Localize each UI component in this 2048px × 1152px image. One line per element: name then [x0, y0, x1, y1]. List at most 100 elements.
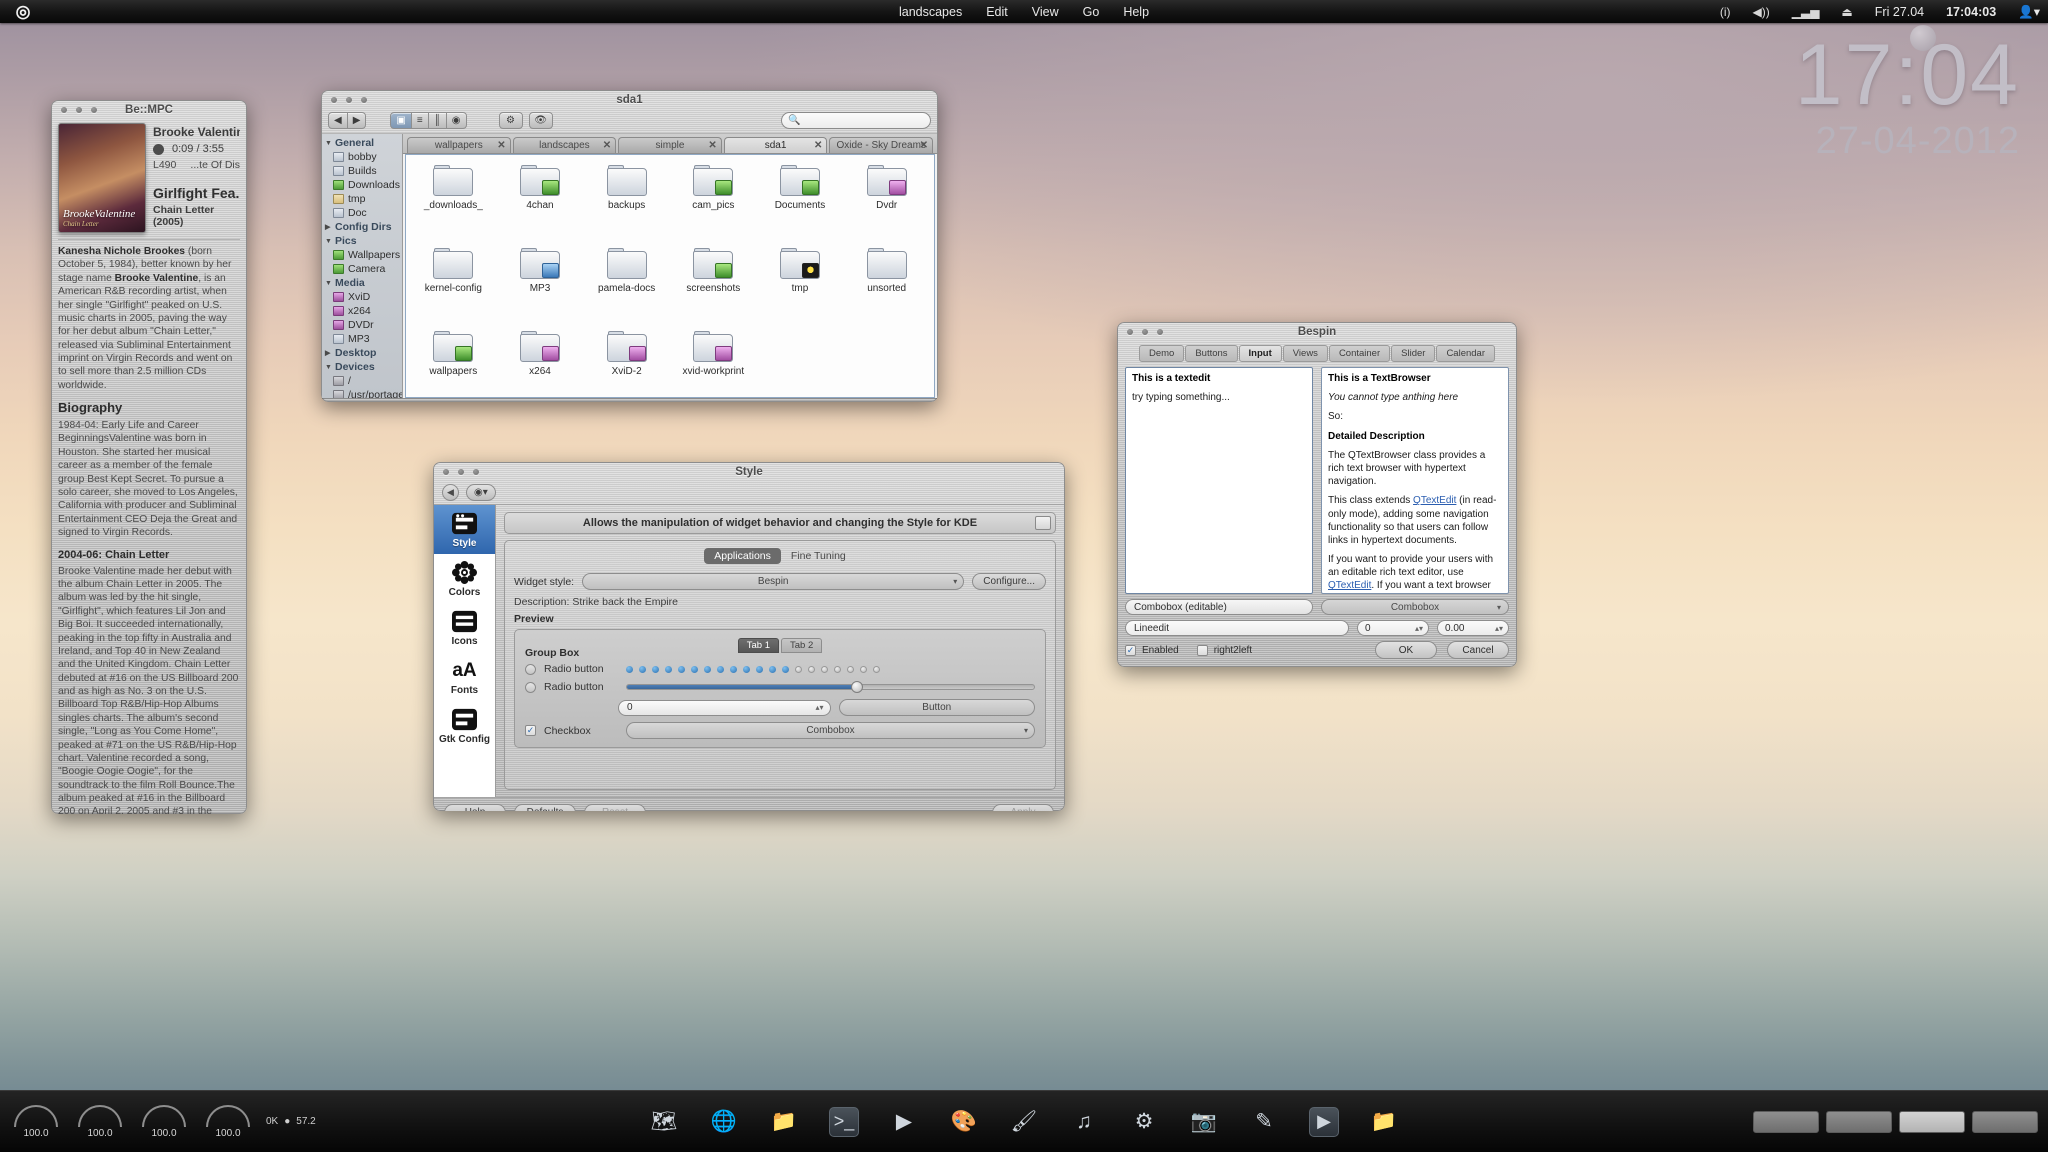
files-icon[interactable]: 📁: [769, 1107, 799, 1137]
sidebar-item-builds[interactable]: Builds: [322, 164, 402, 178]
right2left-checkbox[interactable]: [1196, 644, 1208, 656]
back-button[interactable]: ◀: [328, 112, 348, 129]
maximize-button[interactable]: [361, 96, 367, 103]
file-item[interactable]: pamela-docs: [583, 248, 670, 331]
menu-item-app[interactable]: landscapes: [899, 5, 962, 19]
photo-icon[interactable]: 📷: [1189, 1107, 1219, 1137]
help-book-icon[interactable]: [1035, 516, 1051, 530]
mpc-titlebar[interactable]: Be::MPC: [52, 101, 246, 118]
writer-icon[interactable]: ✎: [1249, 1107, 1279, 1137]
file-item[interactable]: kernel-config: [410, 248, 497, 331]
close-tab-icon[interactable]: ✕: [920, 140, 928, 151]
sidebar-item-downloads[interactable]: Downloads: [322, 178, 402, 192]
media-play-icon[interactable]: ▶: [889, 1107, 919, 1137]
double-spinbox[interactable]: 0.00 ▴▾: [1437, 620, 1509, 636]
reset-button[interactable]: Reset: [584, 804, 646, 811]
qtextedit-link[interactable]: QTextEdit: [1413, 495, 1456, 506]
file-item[interactable]: xvid-workprint: [670, 331, 757, 397]
preview-radio-2[interactable]: [525, 681, 536, 693]
eject-icon[interactable]: ⏏: [1841, 5, 1852, 19]
tab-calendar[interactable]: Calendar: [1436, 345, 1495, 362]
maximize-button[interactable]: [1157, 328, 1163, 335]
play-pause-button[interactable]: [153, 143, 164, 155]
file-item[interactable]: unsorted: [843, 248, 930, 331]
close-button[interactable]: [331, 96, 337, 103]
sidebar-group-media[interactable]: ▼ Media: [322, 276, 402, 290]
terminal-icon[interactable]: >_: [829, 1106, 859, 1137]
preview-tab-1[interactable]: Tab 1: [737, 638, 779, 653]
file-item[interactable]: _downloads_: [410, 165, 497, 248]
minimize-button[interactable]: [346, 96, 352, 103]
sidebar-group-general[interactable]: ▼ General: [322, 136, 402, 150]
mpc-window[interactable]: Be::MPC BrookeValentine Chain Letter Bro…: [51, 100, 247, 814]
maximize-button[interactable]: [91, 106, 97, 113]
menu-item-go[interactable]: Go: [1083, 5, 1100, 19]
preview-combobox[interactable]: Combobox ▾: [626, 722, 1035, 739]
sidebar-group-devices[interactable]: ▼ Devices: [322, 360, 402, 374]
minimize-button[interactable]: [1142, 328, 1148, 335]
tab-sda1[interactable]: sda1 ✕: [723, 137, 828, 153]
icon-view-icon[interactable]: ▣: [390, 112, 412, 129]
menu-item-edit[interactable]: Edit: [986, 5, 1008, 19]
close-button[interactable]: [61, 106, 67, 113]
file-item[interactable]: MP3: [497, 248, 584, 331]
sidebar-item-xvid[interactable]: XviD: [322, 290, 402, 304]
volume-icon[interactable]: ◀)): [1753, 5, 1770, 19]
search-input[interactable]: 🔍: [781, 112, 931, 129]
widget-style-combobox[interactable]: Bespin ▾: [582, 573, 965, 590]
textedit-field[interactable]: This is a textedit try typing something.…: [1125, 367, 1313, 594]
sidebar-item-doc[interactable]: Doc: [322, 206, 402, 220]
close-button[interactable]: [443, 468, 449, 475]
sidebar-item-x264[interactable]: x264: [322, 304, 402, 318]
sidebar-group-desktop[interactable]: ▶ Desktop: [322, 346, 402, 360]
sidebar-item-fonts[interactable]: aA Fonts: [434, 652, 495, 701]
tab-input[interactable]: Input: [1238, 345, 1282, 362]
sidebar-item-dvdr[interactable]: DVDr: [322, 318, 402, 332]
close-tab-icon[interactable]: ✕: [814, 140, 822, 151]
sidebar-group-pics[interactable]: ▼ Pics: [322, 234, 402, 248]
tab-oxide-sky-dreams[interactable]: Oxide - Sky Dreams ✕: [829, 137, 933, 153]
minimize-button[interactable]: [458, 468, 464, 475]
tab-buttons[interactable]: Buttons: [1185, 345, 1238, 362]
eye-icon[interactable]: 👁: [528, 112, 553, 129]
style-settings-window[interactable]: Style ◀ ◉▾ Style Colors Icons aA Fonts G…: [433, 462, 1065, 811]
file-item[interactable]: Dvdr: [843, 165, 930, 248]
plain-combobox[interactable]: Combobox ▾: [1321, 599, 1509, 615]
maximize-button[interactable]: [473, 468, 479, 475]
bespin-titlebar[interactable]: Bespin: [1118, 323, 1516, 340]
preview-spinbox[interactable]: 0 ▴▾: [618, 699, 831, 716]
task-button[interactable]: [1753, 1110, 1819, 1133]
configure-button[interactable]: Configure...: [972, 573, 1046, 590]
info-icon[interactable]: (i): [1720, 5, 1731, 19]
tab-slider[interactable]: Slider: [1391, 345, 1436, 362]
forward-button[interactable]: ▶: [347, 112, 367, 129]
close-tab-icon[interactable]: ✕: [708, 140, 716, 151]
style-titlebar[interactable]: Style: [434, 463, 1064, 480]
help-button[interactable]: Help: [444, 804, 506, 811]
sidebar-item-camera[interactable]: Camera: [322, 262, 402, 276]
sidebar-item-gtk-config[interactable]: Gtk Config: [434, 701, 495, 750]
apply-button[interactable]: Apply: [992, 804, 1054, 811]
tab-wallpapers[interactable]: wallpapers ✕: [407, 137, 511, 153]
user-avatar-icon[interactable]: 👤▾: [2018, 4, 2040, 20]
preview-view-icon[interactable]: ◉: [446, 112, 467, 129]
qtextedit-link[interactable]: QTextEdit: [1328, 580, 1371, 591]
sidebar-group-config-dirs[interactable]: ▶ Config Dirs: [322, 220, 402, 234]
firefox-icon[interactable]: 🌐: [709, 1107, 739, 1137]
task-button[interactable]: [1826, 1110, 1892, 1133]
enabled-checkbox[interactable]: ✓: [1125, 644, 1136, 656]
task-button[interactable]: [1899, 1110, 1965, 1133]
list-view-icon[interactable]: ≡: [411, 112, 429, 129]
textbrowser-field[interactable]: This is a TextBrowser You cannot type an…: [1321, 367, 1509, 594]
network-signal-icon[interactable]: ▁▃▅: [1792, 5, 1820, 19]
sidebar-item-icons[interactable]: Icons: [434, 603, 495, 652]
minimize-button[interactable]: [76, 106, 82, 113]
preview-checkbox[interactable]: ✓: [525, 725, 536, 736]
kde-logo-icon[interactable]: ◎: [0, 2, 46, 22]
tab-container[interactable]: Container: [1328, 345, 1391, 362]
sidebar-item-tmp[interactable]: tmp: [322, 192, 402, 206]
folder-icon[interactable]: 📁: [1369, 1107, 1399, 1137]
preview-slider[interactable]: [626, 681, 1035, 693]
file-item[interactable]: 4chan: [497, 165, 584, 248]
settings-icon[interactable]: ⚙: [1129, 1107, 1159, 1137]
